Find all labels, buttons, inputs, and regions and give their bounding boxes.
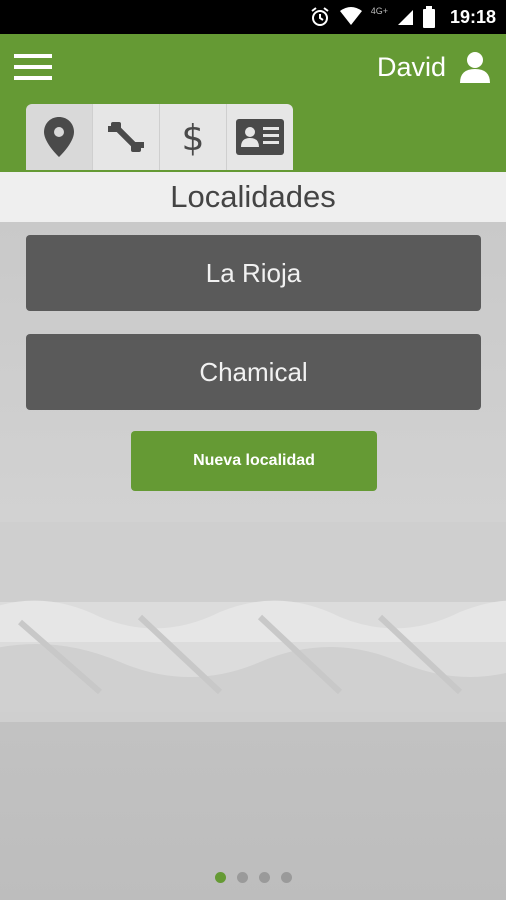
- section-tabs: $: [26, 104, 293, 170]
- page-dot[interactable]: [236, 872, 248, 883]
- alarm-icon: [311, 7, 329, 26]
- content-area: La Rioja Chamical Nueva localidad: [0, 222, 506, 900]
- menu-button[interactable]: [0, 34, 66, 100]
- user-icon: [460, 52, 490, 83]
- tab-tools[interactable]: [93, 104, 160, 170]
- tab-payments[interactable]: $: [160, 104, 227, 170]
- location-item-chamical[interactable]: Chamical: [26, 334, 481, 410]
- signal-icon: [397, 10, 413, 25]
- page-title: Localidades: [0, 172, 506, 222]
- location-pin-icon: [44, 117, 74, 157]
- page-dot-active[interactable]: [214, 872, 226, 883]
- network-type: 4G+: [370, 6, 388, 16]
- page-dot[interactable]: [258, 872, 270, 883]
- location-item-la-rioja[interactable]: La Rioja: [26, 235, 481, 311]
- new-location-button[interactable]: Nueva localidad: [131, 431, 377, 491]
- username: David: [376, 51, 446, 82]
- status-bar: 4G+ 19:18: [0, 0, 506, 34]
- status-icons: 4G+ 19:18: [309, 0, 496, 34]
- app-header: David $: [0, 34, 506, 172]
- rope-background-image: [0, 600, 506, 712]
- wifi-icon: [339, 7, 362, 25]
- page-dot[interactable]: [280, 872, 292, 883]
- dollar-icon: $: [182, 118, 205, 157]
- tab-contacts[interactable]: [227, 104, 293, 170]
- battery-icon: [422, 6, 435, 28]
- id-card-icon: [236, 119, 284, 155]
- hamburger-menu-icon: [14, 54, 52, 80]
- tools-icon: [108, 122, 144, 152]
- user-profile-button[interactable]: David: [377, 34, 506, 100]
- tab-locations[interactable]: [26, 104, 93, 170]
- clock: 19:18: [449, 6, 496, 27]
- page-indicator: [0, 872, 506, 883]
- svg-text:$: $: [182, 118, 205, 157]
